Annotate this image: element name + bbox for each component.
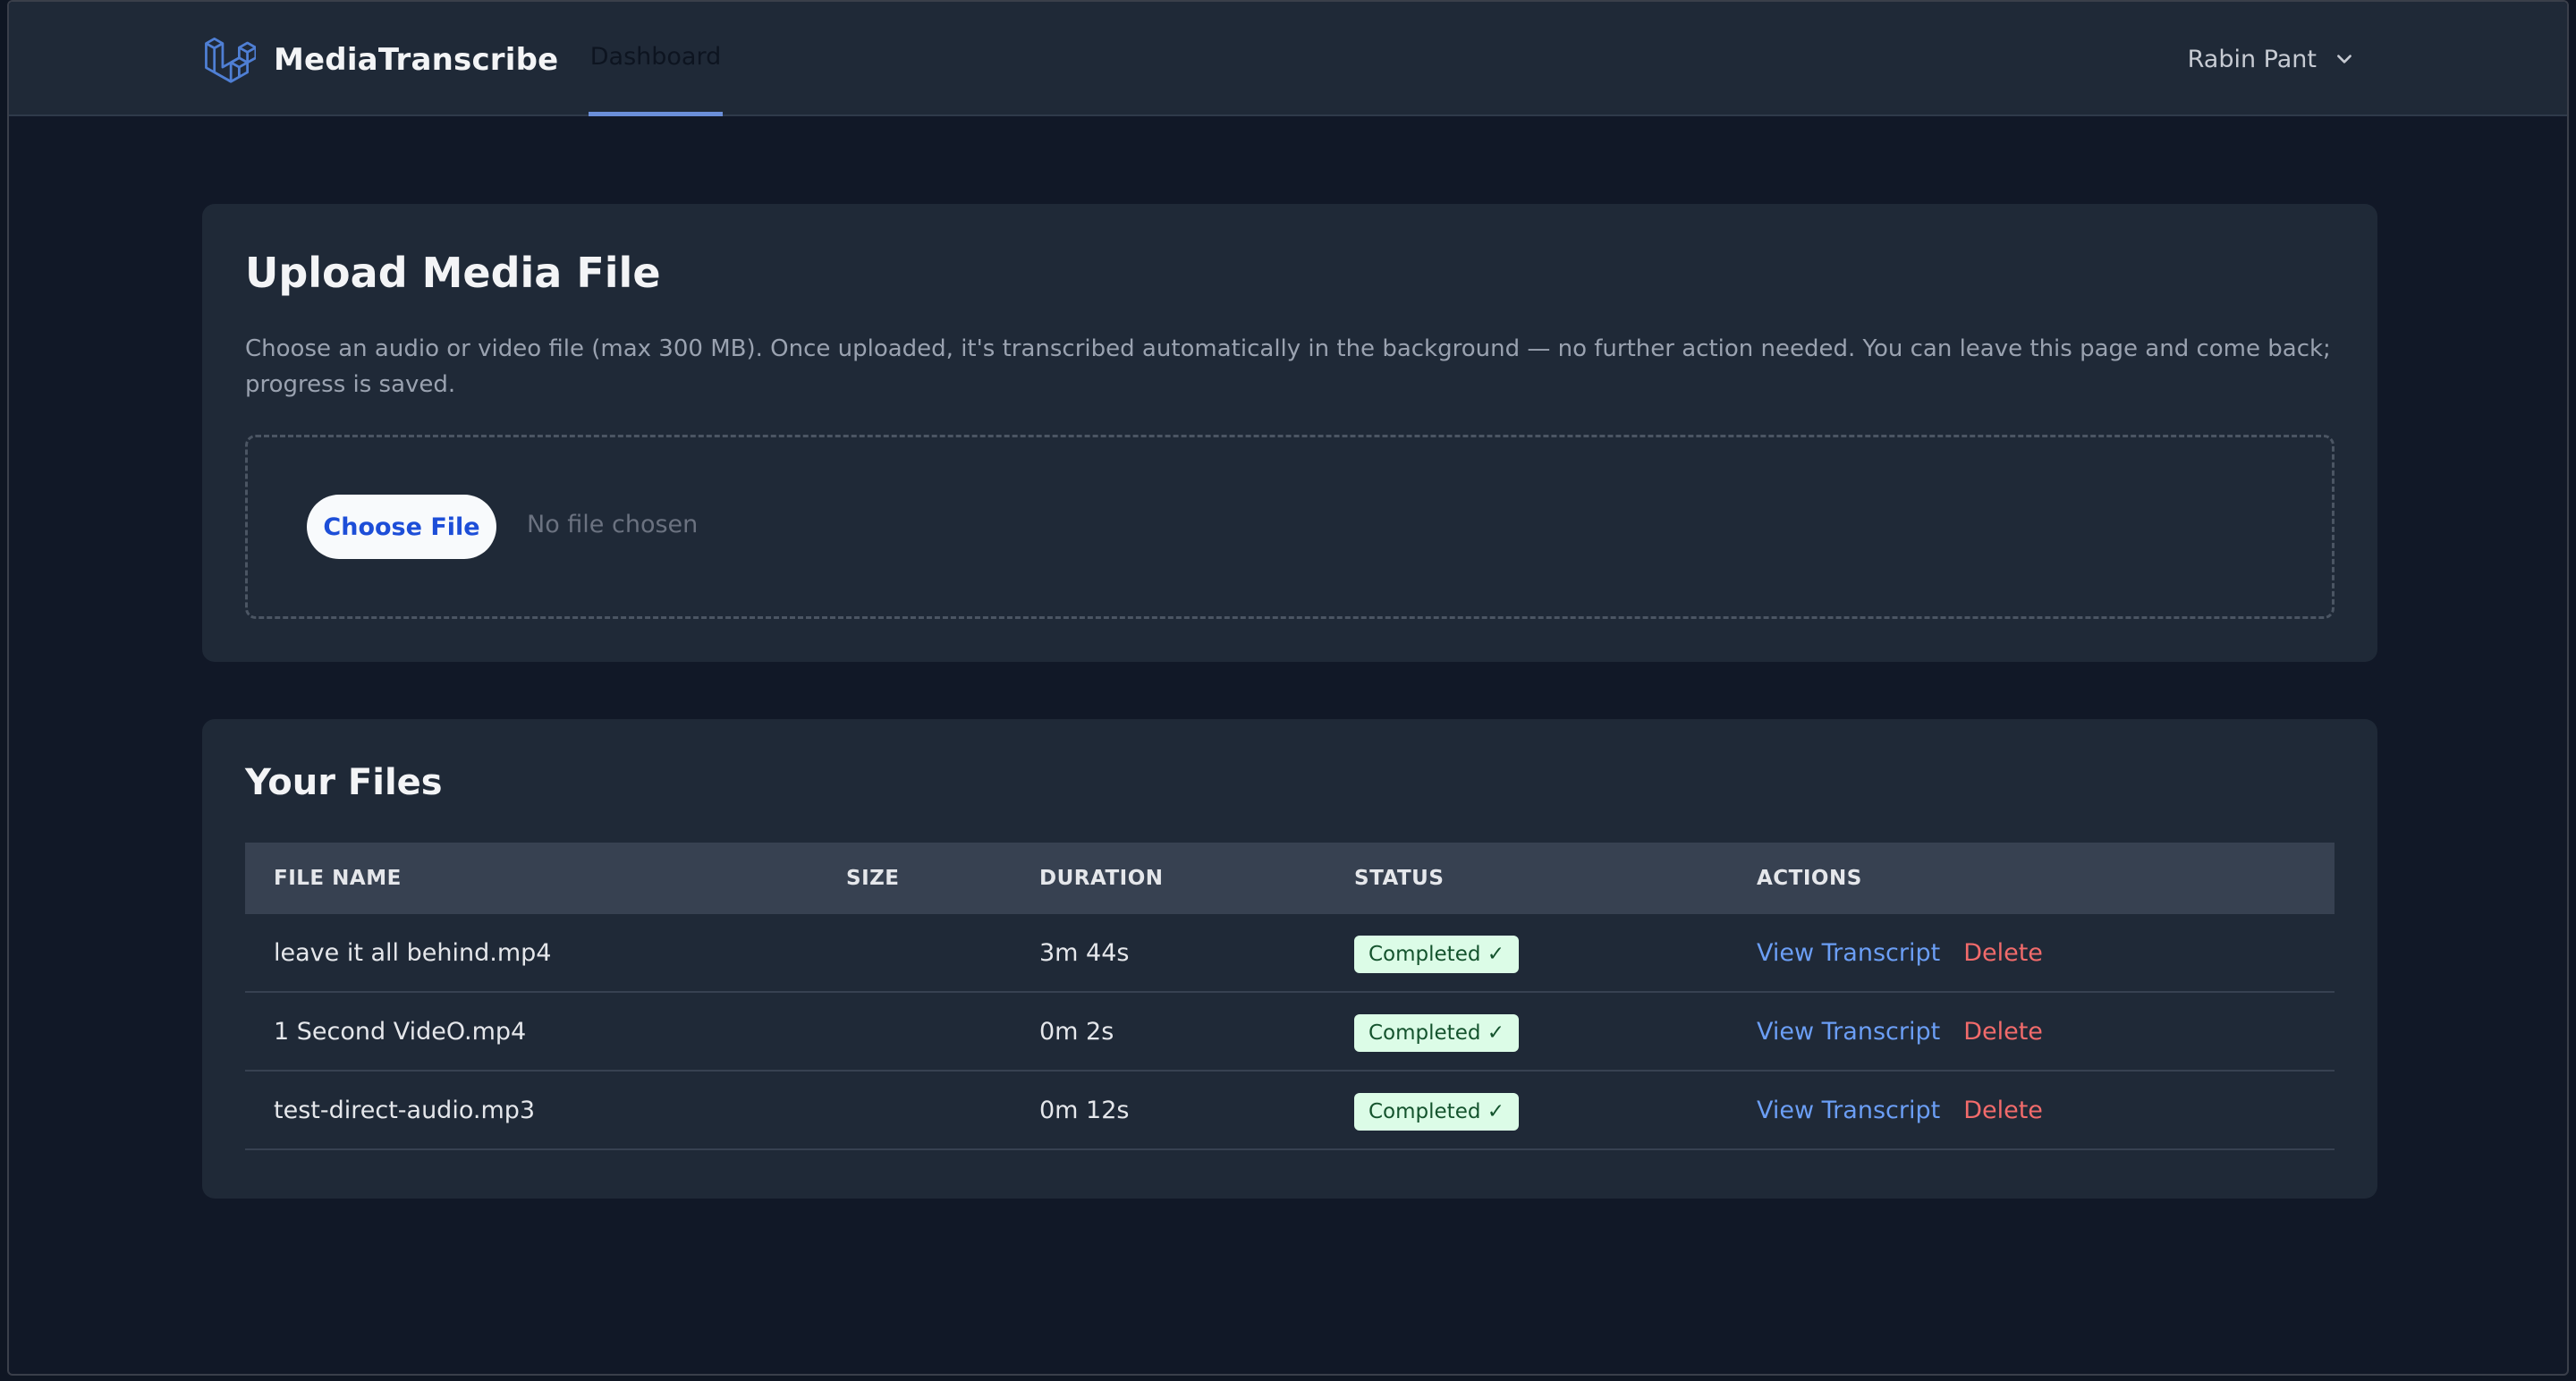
view-transcript-link[interactable]: View Transcript bbox=[1757, 1018, 1940, 1046]
file-duration: 0m 2s bbox=[1039, 1018, 1114, 1046]
laravel-logo-icon bbox=[205, 37, 256, 83]
files-card: Your Files FILE NAME SIZE DURATION STATU… bbox=[202, 719, 2377, 1199]
app-window: MediaTranscribe Dashboard Rabin Pant Upl… bbox=[7, 0, 2569, 1376]
choose-file-button[interactable]: Choose File bbox=[307, 495, 496, 559]
nav-tab-label: Dashboard bbox=[589, 43, 722, 71]
table-row: leave it all behind.mp4 3m 44s Completed… bbox=[245, 914, 2334, 993]
status-badge: Completed ✓ bbox=[1354, 1014, 1520, 1052]
file-name: 1 Second VideO.mp4 bbox=[274, 1018, 527, 1046]
column-header-size: SIZE bbox=[846, 867, 900, 890]
upload-title: Upload Media File bbox=[245, 249, 661, 297]
row-actions: View Transcript Delete bbox=[1757, 1072, 2043, 1150]
no-file-chosen-text: No file chosen bbox=[527, 511, 699, 538]
delete-link[interactable]: Delete bbox=[1963, 939, 2043, 967]
chevron-down-icon bbox=[2337, 55, 2351, 64]
file-duration: 3m 44s bbox=[1039, 939, 1130, 967]
brand-name: MediaTranscribe bbox=[274, 42, 559, 78]
user-name: Rabin Pant bbox=[2187, 45, 2317, 73]
table-row: test-direct-audio.mp3 0m 12s Completed ✓… bbox=[245, 1072, 2334, 1150]
column-header-status: STATUS bbox=[1354, 867, 1445, 890]
table-row: 1 Second VideO.mp4 0m 2s Completed ✓ Vie… bbox=[245, 993, 2334, 1072]
upload-description: Choose an audio or video file (max 300 M… bbox=[245, 335, 2331, 398]
delete-link[interactable]: Delete bbox=[1963, 1097, 2043, 1124]
nav-tab-dashboard[interactable]: Dashboard bbox=[589, 2, 723, 116]
top-navigation: MediaTranscribe Dashboard Rabin Pant bbox=[9, 2, 2567, 116]
brand[interactable]: MediaTranscribe bbox=[204, 32, 558, 88]
column-header-file-name: FILE NAME bbox=[274, 867, 402, 890]
status-badge: Completed ✓ bbox=[1354, 1093, 1520, 1131]
upload-card: Upload Media File Choose an audio or vid… bbox=[202, 204, 2377, 662]
file-name: leave it all behind.mp4 bbox=[274, 939, 552, 967]
user-menu[interactable]: Rabin Pant bbox=[2188, 34, 2354, 84]
file-duration: 0m 12s bbox=[1039, 1097, 1130, 1124]
file-name: test-direct-audio.mp3 bbox=[274, 1097, 536, 1124]
files-title: Your Files bbox=[245, 762, 443, 803]
delete-link[interactable]: Delete bbox=[1963, 1018, 2043, 1046]
row-actions: View Transcript Delete bbox=[1757, 993, 2043, 1072]
row-actions: View Transcript Delete bbox=[1757, 914, 2043, 993]
column-header-actions: ACTIONS bbox=[1757, 867, 1862, 890]
files-table: FILE NAME SIZE DURATION STATUS ACTIONS l… bbox=[245, 843, 2334, 1150]
status-badge: Completed ✓ bbox=[1354, 936, 1520, 973]
view-transcript-link[interactable]: View Transcript bbox=[1757, 939, 1940, 967]
view-transcript-link[interactable]: View Transcript bbox=[1757, 1097, 1940, 1124]
file-dropzone[interactable]: Choose File No file chosen bbox=[245, 435, 2334, 619]
table-header: FILE NAME SIZE DURATION STATUS ACTIONS bbox=[245, 843, 2334, 914]
column-header-duration: DURATION bbox=[1039, 867, 1164, 890]
